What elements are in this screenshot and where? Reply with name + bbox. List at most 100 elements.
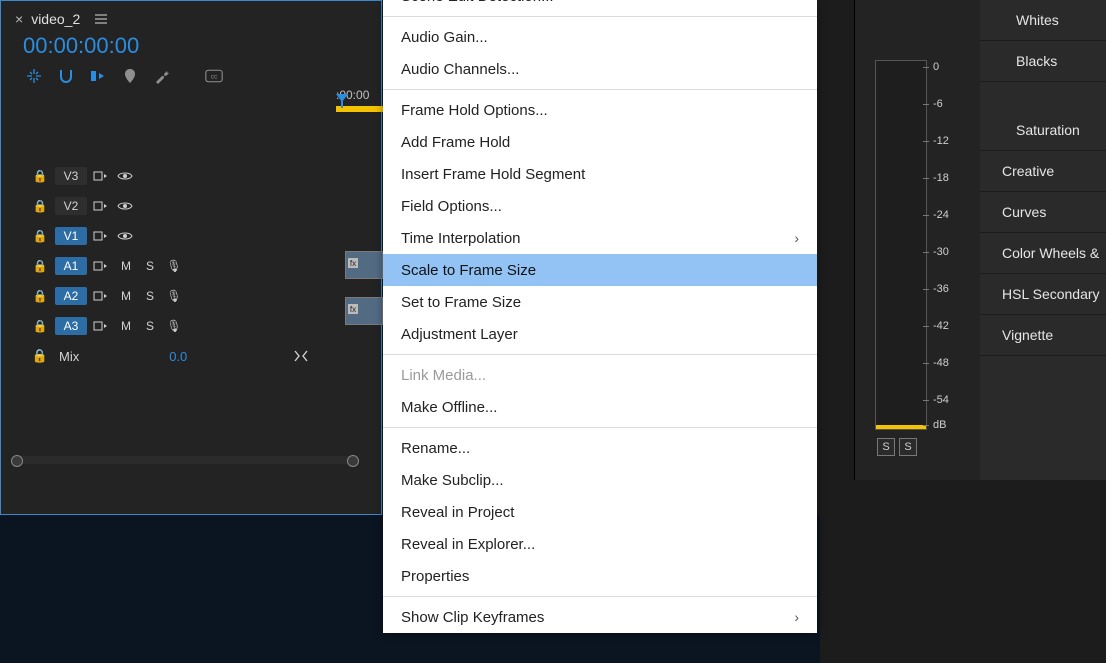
meter-solo-row: S S [877, 438, 917, 456]
ctx-scale-to-frame[interactable]: Scale to Frame Size [383, 254, 817, 286]
chevron-right-icon: › [794, 609, 799, 625]
caption-icon[interactable]: cc [205, 67, 223, 85]
track-label[interactable]: V3 [55, 167, 87, 185]
section-vignette[interactable]: Vignette [980, 315, 1106, 356]
lock-icon[interactable]: 🔒 [31, 199, 49, 213]
marker-icon[interactable] [121, 67, 139, 85]
section-saturation[interactable]: Saturation [980, 82, 1106, 151]
lock-icon[interactable]: 🔒 [31, 319, 49, 333]
lumetri-section-list: Whites Blacks Saturation Creative Curves… [980, 0, 1106, 480]
sync-lock-icon[interactable] [93, 319, 111, 333]
section-color-wheels[interactable]: Color Wheels & [980, 233, 1106, 274]
tick-30: -30 [933, 247, 949, 258]
ctx-audio-gain[interactable]: Audio Gain... [383, 21, 817, 53]
tick-36: -36 [933, 284, 949, 295]
track-v1[interactable]: 🔒 V1 [31, 221, 381, 251]
ctx-insert-frame-hold[interactable]: Insert Frame Hold Segment [383, 158, 817, 190]
mix-value[interactable]: 0.0 [169, 349, 187, 364]
ctx-set-to-frame[interactable]: Set to Frame Size [383, 286, 817, 318]
track-label[interactable]: V2 [55, 197, 87, 215]
solo-button[interactable]: S [141, 289, 159, 303]
track-v2[interactable]: 🔒 V2 [31, 191, 381, 221]
ctx-field-options[interactable]: Field Options... [383, 190, 817, 222]
section-creative[interactable]: Creative [980, 151, 1106, 192]
lock-icon[interactable]: 🔒 [31, 229, 49, 243]
mute-button[interactable]: M [117, 259, 135, 273]
ctx-separator [383, 427, 817, 428]
lock-icon[interactable]: 🔒 [31, 348, 49, 364]
ctx-reveal-project[interactable]: Reveal in Project [383, 496, 817, 528]
ctx-adjustment-layer[interactable]: Adjustment Layer [383, 318, 817, 350]
lock-icon[interactable]: 🔒 [31, 169, 49, 183]
timeline-panel: × video_2 00:00:00:00 cc :00:00 🔒 V3 [0, 0, 382, 515]
playhead-icon[interactable] [336, 94, 348, 108]
sync-lock-icon[interactable] [93, 169, 111, 183]
eye-icon[interactable] [117, 201, 135, 211]
tick-unit: dB [933, 420, 946, 431]
tick-48: -48 [933, 358, 949, 369]
track-label[interactable]: A2 [55, 287, 87, 305]
eye-icon[interactable] [117, 171, 135, 181]
ctx-reveal-explorer[interactable]: Reveal in Explorer... [383, 528, 817, 560]
track-list: 🔒 V3 🔒 V2 🔒 V1 🔒 A1 M [31, 161, 381, 371]
solo-button[interactable]: S [141, 259, 159, 273]
solo-left-button[interactable]: S [877, 438, 895, 456]
track-label[interactable]: V1 [55, 227, 87, 245]
track-v3[interactable]: 🔒 V3 [31, 161, 381, 191]
ctx-rename[interactable]: Rename... [383, 432, 817, 464]
ctx-scene-edit[interactable]: Scene Edit Detection... [383, 0, 817, 12]
ctx-make-subclip[interactable]: Make Subclip... [383, 464, 817, 496]
lock-icon[interactable]: 🔒 [31, 259, 49, 273]
section-hsl-secondary[interactable]: HSL Secondary [980, 274, 1106, 315]
mic-icon[interactable]: 🎙 [165, 289, 183, 303]
timeline-tab-bar: × video_2 [1, 1, 381, 33]
ctx-show-clip-keyframes[interactable]: Show Clip Keyframes› [383, 601, 817, 633]
mix-track[interactable]: 🔒 Mix 0.0 [31, 341, 381, 371]
solo-button[interactable]: S [141, 319, 159, 333]
wrench-icon[interactable] [153, 67, 171, 85]
tab-menu-icon[interactable] [88, 12, 108, 26]
snap-icon[interactable] [57, 67, 75, 85]
clip-context-menu: Scene Edit Detection... Audio Gain... Au… [383, 0, 817, 633]
sequence-tab-title[interactable]: video_2 [31, 11, 80, 27]
section-blacks[interactable]: Blacks [980, 41, 1106, 82]
mic-icon[interactable]: 🎙 [165, 259, 183, 273]
solo-right-button[interactable]: S [899, 438, 917, 456]
tick-0: 0 [933, 62, 939, 73]
track-a2[interactable]: 🔒 A2 M S 🎙 [31, 281, 381, 311]
ctx-make-offline[interactable]: Make Offline... [383, 391, 817, 423]
section-whites[interactable]: Whites [980, 0, 1106, 41]
tick-42: -42 [933, 321, 949, 332]
timecode-display[interactable]: 00:00:00:00 [1, 33, 381, 65]
ctx-time-interpolation[interactable]: Time Interpolation› [383, 222, 817, 254]
ctx-add-frame-hold[interactable]: Add Frame Hold [383, 126, 817, 158]
stereo-link-icon[interactable] [293, 350, 309, 362]
clip-a1[interactable]: fx [345, 297, 383, 325]
sync-lock-icon[interactable] [93, 199, 111, 213]
ctx-frame-hold-options[interactable]: Frame Hold Options... [383, 94, 817, 126]
track-label[interactable]: A3 [55, 317, 87, 335]
audio-meter[interactable] [875, 60, 927, 430]
section-curves[interactable]: Curves [980, 192, 1106, 233]
track-a1[interactable]: 🔒 A1 M S 🎙 [31, 251, 381, 281]
mute-button[interactable]: M [117, 319, 135, 333]
tab-close-button[interactable]: × [15, 11, 23, 27]
track-label[interactable]: A1 [55, 257, 87, 275]
timeline-scrollbar[interactable] [15, 456, 355, 464]
ctx-audio-channels[interactable]: Audio Channels... [383, 53, 817, 85]
tick-24: -24 [933, 210, 949, 221]
eye-icon[interactable] [117, 231, 135, 241]
ctx-properties[interactable]: Properties [383, 560, 817, 592]
insert-sequence-icon[interactable] [25, 67, 43, 85]
sync-lock-icon[interactable] [93, 289, 111, 303]
linked-selection-icon[interactable] [89, 67, 107, 85]
tick-18: -18 [933, 173, 949, 184]
sync-lock-icon[interactable] [93, 259, 111, 273]
mic-icon[interactable]: 🎙 [165, 319, 183, 333]
lock-icon[interactable]: 🔒 [31, 289, 49, 303]
clip-v1[interactable]: fx [345, 251, 383, 279]
sync-lock-icon[interactable] [93, 229, 111, 243]
timeline-tool-row: cc [1, 65, 381, 95]
track-a3[interactable]: 🔒 A3 M S 🎙 [31, 311, 381, 341]
mute-button[interactable]: M [117, 289, 135, 303]
